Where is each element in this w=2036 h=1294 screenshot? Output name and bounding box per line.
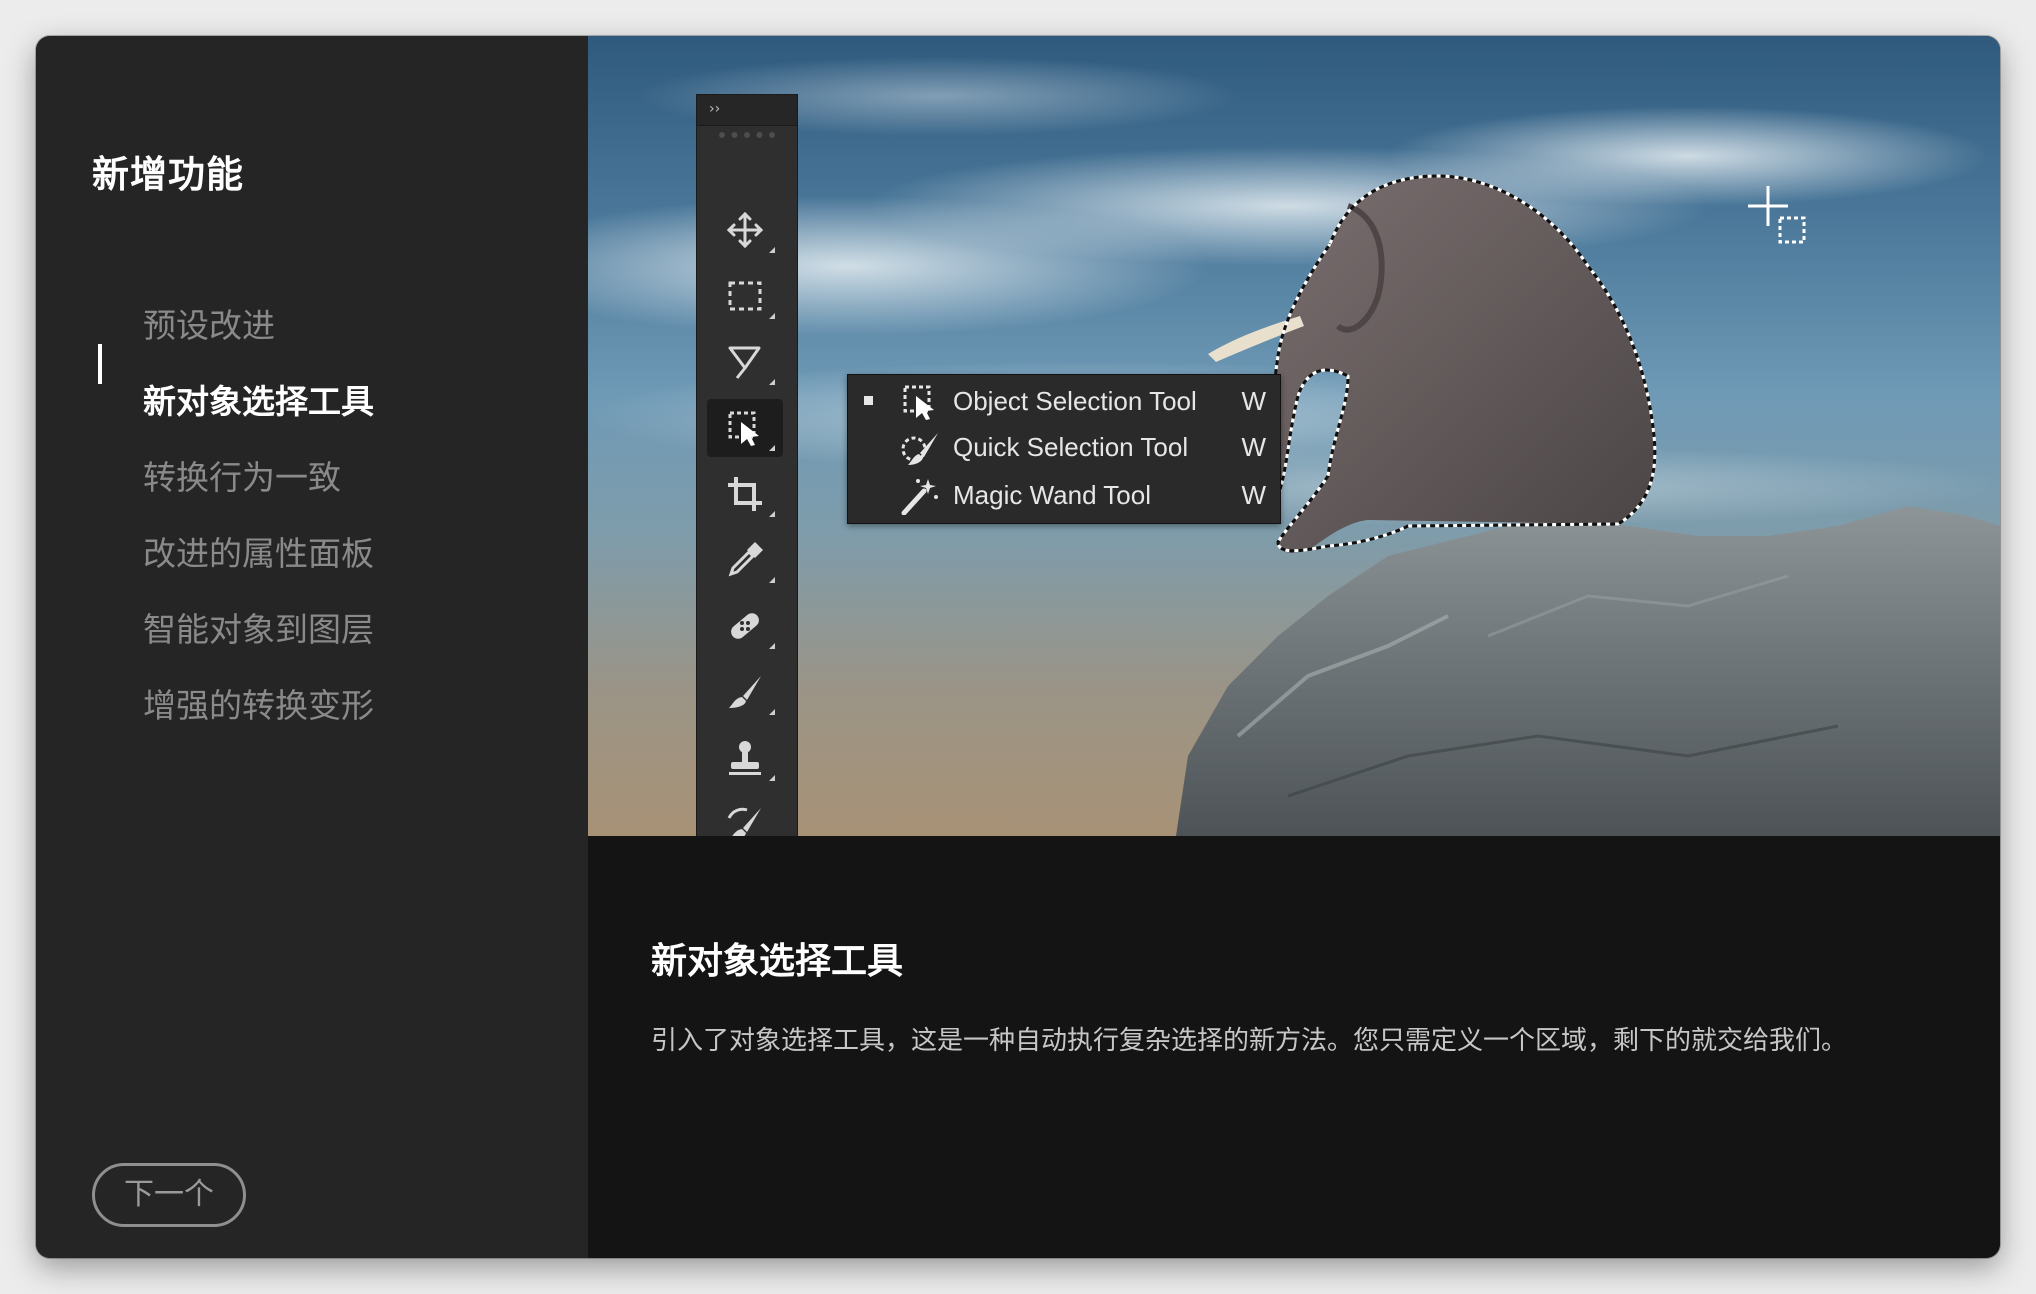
sidebar-item-consistent-transform[interactable]: 转换行为一致 xyxy=(143,453,341,503)
marquee-tool-button[interactable] xyxy=(707,267,783,325)
flyout-item-quick-selection-tool[interactable]: Quick Selection Tool W xyxy=(848,425,1280,469)
shortcut-key: W xyxy=(1241,432,1266,462)
feature-description: 新对象选择工具 引入了对象选择工具，这是一种自动执行复杂选择的新方法。您只需定义… xyxy=(588,836,2000,1258)
feature-preview-image: ›› Object Selection Tool W Quick Selecti… xyxy=(588,36,2000,836)
selection-tools-flyout: Object Selection Tool W Quick Selection … xyxy=(847,374,1281,524)
eyedropper-tool-button[interactable] xyxy=(707,531,783,589)
magic-wand-tool-icon xyxy=(901,479,938,515)
next-button[interactable]: 下一个 xyxy=(92,1163,246,1227)
tool-group-indicator xyxy=(769,247,775,253)
flyout-item-label: Magic Wand Tool xyxy=(953,480,1151,510)
history-brush-tool-button[interactable] xyxy=(707,795,783,836)
feature-body-text: 引入了对象选择工具，这是一种自动执行复杂选择的新方法。您只需定义一个区域，剩下的… xyxy=(651,1026,1848,1056)
tool-group-indicator xyxy=(769,379,775,385)
sidebar-item-preset-improvements[interactable]: 预设改进 xyxy=(143,301,275,351)
crop-tool-icon xyxy=(728,477,762,511)
sidebar-item-smart-object-to-layers[interactable]: 智能对象到图层 xyxy=(143,605,374,655)
panel-grip[interactable] xyxy=(719,132,775,152)
tool-group-indicator xyxy=(769,709,775,715)
move-tool-icon xyxy=(726,211,764,249)
object-selection-tool-icon xyxy=(903,385,934,420)
elephant-on-rock-scene xyxy=(588,56,2000,836)
tools-panel: ›› xyxy=(696,94,798,836)
sidebar-title: 新增功能 xyxy=(92,153,244,196)
healing-brush-tool-button[interactable] xyxy=(707,597,783,655)
shortcut-key: W xyxy=(1241,480,1266,510)
sidebar-item-object-selection-tool[interactable]: 新对象选择工具 xyxy=(143,377,374,427)
flyout-item-label: Quick Selection Tool xyxy=(953,432,1189,462)
tool-group-indicator xyxy=(769,775,775,781)
tool-group-indicator xyxy=(769,313,775,319)
move-tool-button[interactable] xyxy=(707,201,783,259)
sidebar: 新增功能 预设改进 新对象选择工具 转换行为一致 改进的属性面板 智能对象到图层… xyxy=(36,36,588,1258)
whats-new-window: 新增功能 预设改进 新对象选择工具 转换行为一致 改进的属性面板 智能对象到图层… xyxy=(36,36,2000,1258)
sidebar-item-properties-panel[interactable]: 改进的属性面板 xyxy=(143,529,374,579)
object-selection-tool-icon xyxy=(728,411,759,446)
tool-group-indicator xyxy=(769,577,775,583)
clone-stamp-tool-button[interactable] xyxy=(707,729,783,787)
shortcut-key: W xyxy=(1241,386,1266,416)
tool-group-indicator xyxy=(769,511,775,517)
collapse-panel-button[interactable]: ›› xyxy=(697,95,797,126)
sidebar-item-enhanced-transform-warp[interactable]: 增强的转换变形 xyxy=(143,681,374,731)
flyout-item-label: Object Selection Tool xyxy=(953,386,1197,416)
clone-stamp-tool-icon xyxy=(729,741,761,775)
active-item-indicator xyxy=(98,344,102,384)
feature-title: 新对象选择工具 xyxy=(651,941,904,982)
lasso-tool-button[interactable] xyxy=(707,333,783,391)
rectangular-marquee-tool-icon xyxy=(728,281,762,311)
tool-group-indicator xyxy=(769,643,775,649)
object-selection-tool-button[interactable] xyxy=(707,399,783,457)
quick-selection-tool-icon xyxy=(901,433,938,465)
flyout-item-magic-wand-tool[interactable]: Magic Wand Tool W xyxy=(848,473,1280,517)
lasso-tool-icon xyxy=(728,346,761,379)
history-brush-tool-icon xyxy=(727,807,761,836)
flyout-item-object-selection-tool[interactable]: Object Selection Tool W xyxy=(848,379,1280,423)
selected-bullet-icon xyxy=(864,396,873,405)
tool-group-indicator xyxy=(769,445,775,451)
eyedropper-tool-icon xyxy=(728,542,763,577)
healing-brush-tool-icon xyxy=(731,613,759,639)
crop-tool-button[interactable] xyxy=(707,465,783,523)
brush-tool-icon xyxy=(729,676,761,708)
brush-tool-button[interactable] xyxy=(707,663,783,721)
